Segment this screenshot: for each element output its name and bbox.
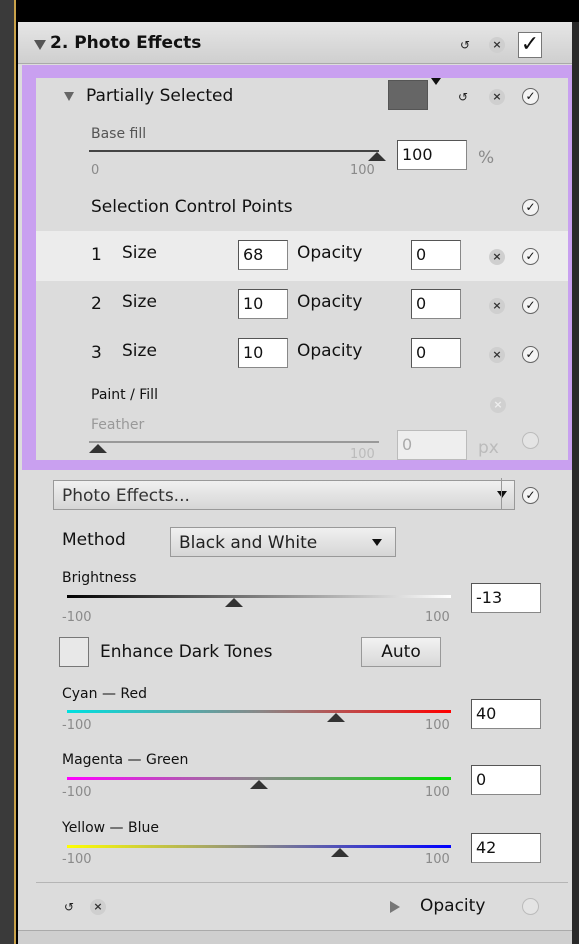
enable-check-icon[interactable]: ✓ [518,32,542,58]
feather-track[interactable] [89,441,379,443]
point-size-label: Size [122,341,157,361]
yellow-blue-thumb[interactable] [330,848,349,857]
feather-max: 100 [350,447,375,462]
base-fill-thumb[interactable] [368,152,386,161]
auto-button[interactable]: Auto [361,637,441,667]
enable-check-icon[interactable]: ✓ [522,88,539,105]
opacity-check-icon[interactable] [522,898,539,915]
point-size-input[interactable]: 10 [238,289,288,319]
point-index: 3 [91,343,102,363]
partially-selected-title: Partially Selected [86,86,234,106]
cyan-red-min: -100 [62,718,92,733]
yellow-blue-max: 100 [425,852,450,867]
feather-thumb[interactable] [89,444,107,453]
left-scrollbar[interactable] [0,0,16,944]
base-fill-max: 100 [350,163,375,178]
effects-check-icon[interactable]: ✓ [522,487,539,504]
yellow-blue-label: Yellow — Blue [62,820,159,836]
brightness-min: -100 [62,610,92,625]
close-icon[interactable]: × [489,347,505,363]
base-fill-min: 0 [91,163,100,178]
preset-dropdown-label: Photo Effects... [62,486,190,506]
cyan-red-max: 100 [425,718,450,733]
paint-fill-label: Paint / Fill [91,387,158,403]
point-check-icon[interactable]: ✓ [522,346,539,363]
magenta-green-input[interactable]: 0 [471,765,541,795]
yellow-blue-input[interactable]: 42 [471,833,541,863]
opacity-label: Opacity [420,896,486,916]
feather-input[interactable]: 0 [397,430,467,460]
cyan-red-input[interactable]: 40 [471,699,541,729]
divider [36,882,568,883]
point-index: 2 [91,294,102,314]
cyan-red-thumb[interactable] [326,713,345,722]
point-size-input[interactable]: 10 [238,338,288,368]
feather-unit: px [478,438,499,458]
point-check-icon[interactable]: ✓ [522,248,539,265]
scp-check-icon[interactable]: ✓ [522,199,539,216]
point-opacity-input[interactable]: 0 [411,289,461,319]
collapse-triangle-icon[interactable] [34,40,46,50]
brightness-label: Brightness [62,570,137,586]
point-size-input[interactable]: 68 [238,240,288,270]
magenta-green-min: -100 [62,785,92,800]
base-fill-unit: % [478,148,495,168]
enhance-dark-tones-checkbox[interactable] [59,637,89,667]
undo-icon[interactable]: ↺ [456,36,474,54]
point-opacity-label: Opacity [297,292,363,312]
point-opacity-input[interactable]: 0 [411,240,461,270]
close-icon[interactable]: × [489,89,505,105]
brightness-input[interactable]: -13 [471,583,541,613]
close-icon: × [490,397,506,413]
dropdown-arrow-icon[interactable] [372,539,382,546]
magenta-green-max: 100 [425,785,450,800]
panel-right-edge [572,22,579,944]
enhance-dark-tones-label: Enhance Dark Tones [100,642,273,662]
feather-check-icon[interactable] [522,432,539,449]
divider [501,478,502,510]
close-icon[interactable]: × [90,899,106,915]
yellow-blue-track[interactable] [67,845,451,848]
scp-title: Selection Control Points [91,197,293,217]
panel-footer-strip [18,930,572,944]
point-check-icon[interactable]: ✓ [522,297,539,314]
brightness-thumb[interactable] [225,598,244,607]
point-opacity-input[interactable]: 0 [411,338,461,368]
base-fill-input[interactable]: 100 [397,140,467,170]
mask-swatch-icon[interactable] [388,80,428,110]
undo-icon[interactable]: ↺ [60,898,78,916]
point-opacity-label: Opacity [297,341,363,361]
cyan-red-track[interactable] [67,710,451,713]
close-icon[interactable]: × [489,37,505,53]
undo-icon[interactable]: ↺ [454,88,472,106]
close-icon[interactable]: × [489,298,505,314]
magenta-green-thumb[interactable] [250,780,268,789]
point-opacity-label: Opacity [297,243,363,263]
section-title: 2. Photo Effects [50,33,202,53]
expand-triangle-icon[interactable] [390,901,400,913]
point-index: 1 [91,245,102,265]
magenta-green-label: Magenta — Green [62,752,189,768]
base-fill-label: Base fill [91,126,147,142]
point-size-label: Size [122,292,157,312]
yellow-blue-min: -100 [62,852,92,867]
cyan-red-label: Cyan — Red [62,686,148,702]
base-fill-track[interactable] [89,150,379,152]
close-icon[interactable]: × [489,249,505,265]
point-size-label: Size [122,243,157,263]
method-label: Method [62,530,126,550]
collapse-triangle-icon[interactable] [64,92,74,101]
dropdown-arrow-icon[interactable] [497,491,507,498]
feather-label: Feather [91,417,145,433]
brightness-track[interactable] [67,595,451,598]
method-value: Black and White [179,533,318,553]
brightness-max: 100 [425,610,450,625]
dropdown-arrow-icon[interactable] [431,78,441,85]
